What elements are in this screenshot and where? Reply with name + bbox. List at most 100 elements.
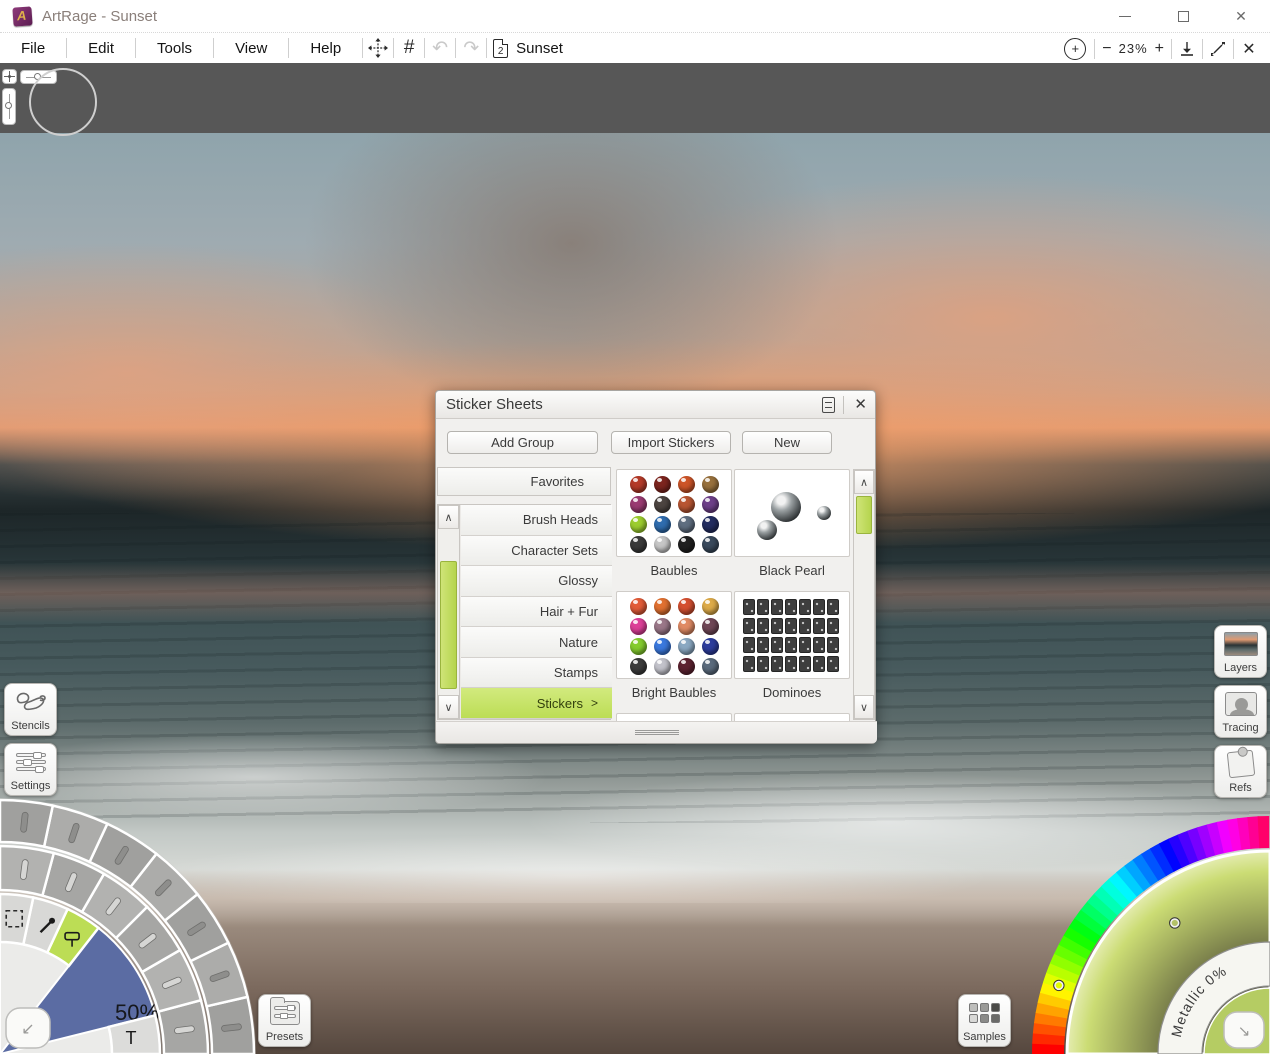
group-item-character-sets[interactable]: Character Sets	[461, 536, 612, 567]
color-picker-wheel[interactable]: Metallic 0%↘	[1028, 812, 1270, 1054]
bauble-swatch	[702, 536, 719, 553]
add-group-button[interactable]: Add Group	[447, 431, 598, 454]
sticker-sheet-baubles[interactable]: Baubles	[616, 469, 732, 578]
domino-tile	[827, 637, 839, 653]
bauble-swatch	[630, 496, 647, 513]
domino-tile	[799, 637, 811, 653]
group-list-scrollbar[interactable]: ∧ ∨	[438, 505, 460, 719]
import-stickers-button[interactable]: Import Stickers	[611, 431, 731, 454]
document-tab[interactable]: 2 Sunset	[493, 39, 563, 58]
domino-tile	[827, 599, 839, 615]
bauble-swatch	[630, 536, 647, 553]
domino-tile	[743, 637, 755, 653]
scroll-down-button[interactable]: ∨	[438, 695, 459, 719]
bauble-swatch	[654, 516, 671, 533]
layers-button[interactable]: Layers	[1214, 625, 1267, 678]
menu-file[interactable]: File	[0, 40, 66, 57]
scrollbar-thumb[interactable]	[440, 561, 457, 689]
menu-edit[interactable]: Edit	[67, 40, 135, 57]
pearl	[817, 506, 831, 520]
bauble-swatch	[678, 496, 695, 513]
group-item-stamps[interactable]: Stamps	[461, 658, 612, 689]
undo-icon[interactable]: ↶	[425, 35, 455, 61]
presets-button[interactable]: Presets	[258, 994, 311, 1047]
grid-icon[interactable]: #	[394, 35, 424, 61]
settings-button[interactable]: Settings	[4, 743, 57, 796]
new-button[interactable]: New	[742, 431, 832, 454]
refs-button[interactable]: Refs	[1214, 745, 1267, 798]
sticker-sheet-bright-baubles[interactable]: Bright Baubles	[616, 591, 732, 700]
group-item-label: Glossy	[558, 573, 598, 588]
workbench-close-icon[interactable]: ✕	[1234, 36, 1264, 62]
bauble-swatch	[702, 638, 719, 655]
bauble-swatch	[630, 618, 647, 635]
artrage-logo-icon	[12, 6, 32, 26]
group-item-label: Nature	[559, 635, 598, 650]
fullscreen-icon[interactable]	[1203, 36, 1233, 62]
sticker-sheet-dominoes[interactable]: Dominoes	[734, 591, 850, 700]
sticker-sheet-black-pearl[interactable]: Black Pearl	[734, 469, 850, 578]
bauble-swatch	[702, 658, 719, 675]
bauble-swatch	[702, 618, 719, 635]
zoom-level[interactable]: 23%	[1119, 41, 1148, 56]
close-button[interactable]: ✕	[1212, 0, 1270, 32]
favorites-group-button[interactable]: Favorites	[437, 467, 611, 496]
reset-view-icon[interactable]: +	[1064, 38, 1086, 60]
domino-tile	[743, 599, 755, 615]
stencils-label: Stencils	[11, 720, 50, 735]
domino-tile	[757, 618, 769, 634]
stencils-button[interactable]: Stencils	[4, 683, 57, 736]
menu-help[interactable]: Help	[289, 40, 362, 57]
canvas-move-button[interactable]	[2, 69, 17, 84]
dialog-body: Favorites ∧ ∨ Brush HeadsCharacter Sets G…	[436, 461, 877, 723]
menu-tools[interactable]: Tools	[136, 40, 213, 57]
bauble-swatch	[630, 638, 647, 655]
redo-icon[interactable]: ↷	[456, 35, 486, 61]
presets-icon	[259, 995, 310, 1031]
domino-tile	[799, 618, 811, 634]
bauble-swatch	[678, 638, 695, 655]
canvas-vscroll-button[interactable]	[2, 88, 16, 125]
zoom-out-button[interactable]: −	[1095, 40, 1118, 58]
domino-tile	[757, 656, 769, 672]
pan-tool-icon[interactable]	[363, 35, 393, 61]
bauble-swatch	[654, 598, 671, 615]
scrollbar-thumb[interactable]	[856, 496, 872, 534]
dialog-titlebar-separator	[843, 396, 844, 414]
tracing-button[interactable]: Tracing	[1214, 685, 1267, 738]
sheet-grid-scrollbar[interactable]: ∧ ∨	[853, 469, 875, 720]
bauble-swatch	[654, 618, 671, 635]
canvas-rotation-ring[interactable]	[29, 68, 97, 136]
group-item-brush-heads[interactable]: Brush Heads	[461, 505, 612, 536]
domino-tile	[813, 637, 825, 653]
fit-to-screen-icon[interactable]	[1172, 36, 1202, 62]
samples-button[interactable]: Samples	[958, 994, 1011, 1047]
scroll-down-button[interactable]: ∨	[854, 695, 874, 719]
domino-tile	[799, 656, 811, 672]
document-name: Sunset	[516, 40, 563, 57]
maximize-button[interactable]	[1154, 0, 1212, 32]
hue-arc-segment[interactable]	[1258, 816, 1270, 848]
refs-icon	[1215, 746, 1266, 782]
dialog-resize-grip[interactable]	[635, 730, 679, 735]
zoom-in-button[interactable]: +	[1148, 40, 1171, 58]
dialog-close-icon[interactable]: ✕	[854, 395, 867, 413]
dialog-titlebar[interactable]: Sticker Sheets ✕	[436, 391, 875, 419]
tool-picker-wheel[interactable]: 50%T↙	[0, 796, 262, 1054]
group-item-hair-fur[interactable]: Hair + Fur	[461, 597, 612, 628]
layers-label: Layers	[1224, 662, 1257, 677]
group-item-glossy[interactable]: Glossy	[461, 566, 612, 597]
sticker-sheets-dialog: Sticker Sheets ✕ Add Group Import Sticke…	[435, 390, 876, 744]
group-item-nature[interactable]: Nature	[461, 627, 612, 658]
domino-tile	[743, 618, 755, 634]
minimize-button[interactable]	[1096, 0, 1154, 32]
collapse-arrow-icon: ↙	[21, 1021, 34, 1038]
scroll-up-button[interactable]: ∧	[854, 470, 874, 494]
domino-tile	[813, 656, 825, 672]
scroll-up-button[interactable]: ∧	[438, 505, 459, 529]
dialog-menu-icon[interactable]	[822, 397, 835, 413]
menu-view[interactable]: View	[214, 40, 288, 57]
dialog-footer	[436, 721, 877, 743]
window-title: ArtRage - Sunset	[42, 8, 157, 25]
group-item-stickers[interactable]: Stickers>	[461, 688, 612, 719]
